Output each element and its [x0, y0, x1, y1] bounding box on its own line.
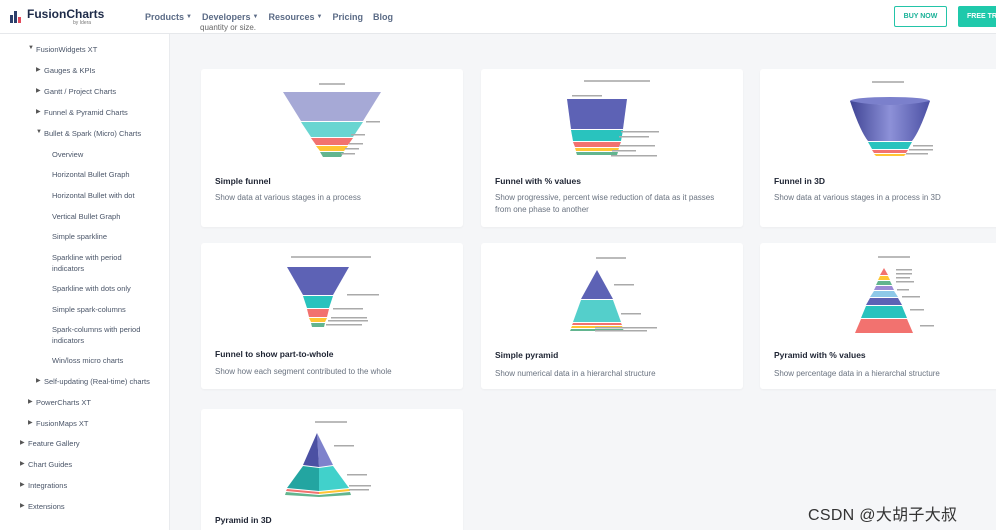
card-description: Show numerical data in a hierarchal stru… [495, 369, 656, 378]
sidebar-item-sparkline-dots[interactable]: Sparkline with dots only [52, 283, 131, 294]
chevron-right-icon: ▶ [36, 88, 41, 94]
sidebar-item-overview[interactable]: Overview [52, 149, 83, 160]
card-description: Show data at various stages in a process… [774, 193, 941, 202]
chart-card-simple-funnel[interactable]: Simple funnel Show data at various stage… [201, 69, 463, 227]
sidebar-item-spark-columns-period[interactable]: Spark-columns with period indicators [52, 324, 152, 346]
nav-products[interactable]: Products ▼ [145, 12, 192, 22]
buy-now-button[interactable]: BUY NOW [894, 6, 947, 27]
free-trial-button[interactable]: FREE TR [958, 6, 996, 27]
chart-card-simple-pyramid[interactable]: Simple pyramid Show numerical data in a … [481, 243, 743, 389]
sidebar-item-spark-columns[interactable]: Simple spark-columns [52, 304, 126, 315]
chevron-right-icon: ▶ [36, 109, 41, 115]
card-description: Show percentage data in a hierarchal str… [774, 369, 940, 378]
funnel-3d-thumbnail [850, 81, 933, 156]
chevron-right-icon: ▶ [28, 399, 33, 405]
sidebar-item-extensions[interactable]: ▶ Extensions [20, 501, 65, 512]
nav-pricing[interactable]: Pricing [332, 12, 363, 22]
chevron-right-icon: ▶ [20, 482, 25, 488]
sidebar-item-feature-gallery[interactable]: ▶ Feature Gallery [20, 438, 80, 449]
nav-developers[interactable]: Developers ▼ [202, 12, 258, 22]
brand-logo[interactable]: FusionCharts by Idera [10, 8, 125, 26]
top-navbar: FusionCharts by Idera Products ▼ Develope… [0, 0, 996, 34]
nav-resources[interactable]: Resources ▼ [268, 12, 322, 22]
sidebar-item-h-bullet-dot[interactable]: Horizontal Bullet with dot [52, 190, 135, 201]
chart-card-funnel-part-to-whole[interactable]: Funnel to show part-to-whole Show how ea… [201, 243, 463, 389]
sidebar-item-bullet-spark[interactable]: ▼ Bullet & Spark (Micro) Charts [36, 128, 141, 139]
simple-funnel-thumbnail [283, 83, 381, 157]
sidebar-item-gantt[interactable]: ▶ Gantt / Project Charts [36, 86, 116, 97]
nav-blog[interactable]: Blog [373, 12, 393, 22]
funnel-percent-thumbnail [567, 80, 659, 157]
main-nav: Products ▼ Developers ▼ Resources ▼ Pricing… [145, 12, 403, 22]
sidebar-item-simple-sparkline[interactable]: Simple sparkline [52, 231, 107, 242]
card-title: Simple pyramid [495, 350, 559, 360]
card-title: Simple funnel [215, 176, 271, 186]
sidebar-item-integrations[interactable]: ▶ Integrations [20, 480, 67, 491]
chart-card-funnel-3d[interactable]: Funnel in 3D Show data at various stages… [760, 69, 996, 227]
brand-name: FusionCharts [27, 6, 105, 21]
sidebar-item-v-bullet[interactable]: Vertical Bullet Graph [52, 211, 120, 222]
chevron-right-icon: ▶ [20, 503, 25, 509]
chart-card-pyramid-percent[interactable]: Pyramid with % values Show percentage da… [760, 243, 996, 389]
chart-card-funnel-percent[interactable]: Funnel with % values Show progressive, p… [481, 69, 743, 227]
logo-icon [10, 10, 22, 23]
chevron-right-icon: ▶ [20, 440, 25, 446]
sidebar-item-realtime[interactable]: ▶ Self-updating (Real-time) charts [36, 376, 150, 387]
brand-sub: by Idera [73, 19, 92, 26]
sidebar-item-fusionmaps[interactable]: ▶ FusionMaps XT [28, 418, 89, 429]
funnel-part-to-whole-thumbnail [287, 256, 379, 327]
watermark-text: CSDN @大胡子大叔 [808, 507, 958, 524]
intro-text: quantity or size. [200, 23, 257, 32]
sidebar-item-winloss[interactable]: Win/loss micro charts [52, 355, 123, 366]
sidebar: ▼ FusionWidgets XT ▶ Gauges & KPIs ▶ Gantt … [0, 34, 170, 530]
sidebar-item-sparkline-period[interactable]: Sparkline with period indicators [52, 252, 142, 274]
card-title: Funnel with % values [495, 176, 581, 186]
chevron-down-icon: ▼ [316, 13, 323, 20]
pyramid-percent-thumbnail [855, 256, 934, 333]
chevron-right-icon: ▶ [36, 378, 41, 384]
chevron-right-icon: ▶ [36, 67, 41, 73]
chevron-down-icon: ▼ [252, 13, 259, 20]
chevron-down-icon: ▼ [28, 45, 34, 51]
sidebar-item-powercharts[interactable]: ▶ PowerCharts XT [28, 397, 91, 408]
card-title: Funnel to show part-to-whole [215, 349, 334, 359]
card-description: Show how each segment contributed to the… [215, 367, 392, 376]
pyramid-3d-thumbnail [285, 421, 371, 497]
sidebar-item-fusionwidgets[interactable]: ▼ FusionWidgets XT [28, 44, 97, 55]
chevron-down-icon: ▼ [186, 13, 192, 20]
sidebar-item-h-bullet[interactable]: Horizontal Bullet Graph [52, 169, 130, 180]
card-title: Pyramid in 3D [215, 515, 272, 525]
chevron-right-icon: ▶ [28, 420, 33, 426]
sidebar-item-gauges[interactable]: ▶ Gauges & KPIs [36, 65, 95, 76]
sidebar-item-funnel-pyramid[interactable]: ▶ Funnel & Pyramid Charts [36, 107, 128, 118]
card-title: Pyramid with % values [774, 350, 866, 360]
chevron-down-icon: ▼ [36, 129, 42, 135]
card-description: Show data at various stages in a process [215, 193, 361, 202]
simple-pyramid-thumbnail [570, 257, 657, 332]
sidebar-item-chart-guides[interactable]: ▶ Chart Guides [20, 459, 72, 470]
card-title: Funnel in 3D [774, 176, 825, 186]
card-description: Show progressive, percent wise reduction… [495, 193, 715, 214]
chevron-right-icon: ▶ [20, 461, 25, 467]
chart-card-pyramid-3d[interactable]: Pyramid in 3D [201, 409, 463, 530]
